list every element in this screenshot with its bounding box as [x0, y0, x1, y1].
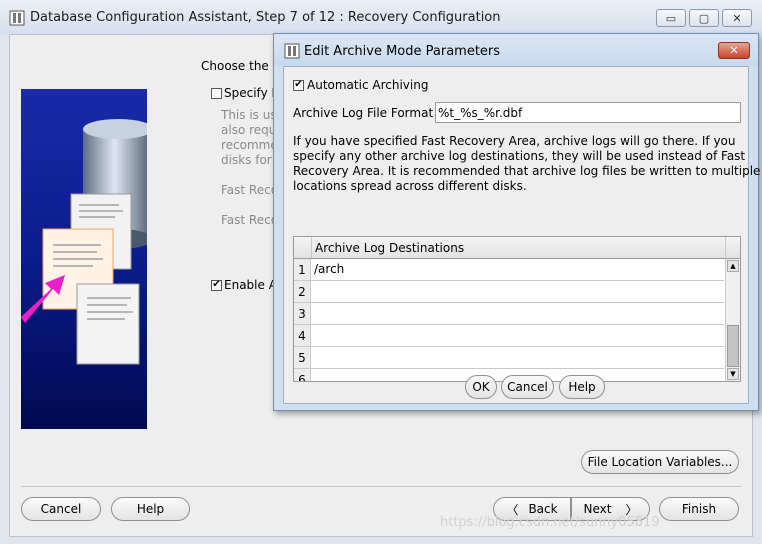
fast-recovery-size-label: Fast Reco — [221, 213, 279, 227]
archive-format-input[interactable]: %t_%s_%r.dbf — [435, 102, 741, 123]
dialog-help-button[interactable]: Help — [559, 375, 605, 399]
enable-archiving-checkbox[interactable]: ✔ — [211, 279, 222, 291]
choose-label: Choose the r — [201, 59, 278, 73]
table-header: Archive Log Destinations — [294, 237, 740, 259]
scrollbar-thumb[interactable] — [727, 325, 739, 367]
help-button[interactable]: Help — [111, 497, 190, 521]
window-titlebar: Database Configuration Assistant, Step 7… — [0, 0, 762, 34]
dialog-database-icon — [284, 43, 300, 59]
info-line: locations spread across different disks. — [293, 179, 527, 193]
specify-fra-option[interactable]: Specify F — [211, 86, 278, 100]
dialog-ok-button[interactable]: OK — [465, 375, 497, 399]
fra-desc-line: recomme — [221, 138, 278, 152]
table-scrollbar[interactable]: ▲ ▼ — [725, 259, 740, 381]
cancel-button[interactable]: Cancel — [21, 497, 101, 521]
scroll-up-arrow-icon[interactable]: ▲ — [727, 260, 739, 272]
watermark-text: https://blog.csdn.net/sunny05819 — [440, 515, 660, 530]
enable-archiving-option[interactable]: ✔ Enable A — [211, 278, 277, 292]
footer-separator — [21, 486, 741, 487]
destination-info-text: If you have specified Fast Recovery Area… — [293, 134, 760, 194]
archive-format-label: Archive Log File Format — [293, 106, 434, 120]
row-number: 2 — [294, 281, 311, 302]
info-line: If you have specified Fast Recovery Area… — [293, 134, 736, 148]
fra-desc-line: This is us — [221, 108, 277, 122]
enable-archiving-label: Enable A — [224, 278, 277, 292]
fra-description: This is us also requ recomme disks for — [221, 108, 278, 168]
table-row[interactable]: 3 — [294, 303, 724, 325]
fra-desc-line: disks for — [221, 153, 272, 167]
table-row[interactable]: 1 /arch — [294, 259, 724, 281]
edit-archive-mode-dialog: Edit Archive Mode Parameters ✕ ✔ Automat… — [273, 33, 760, 411]
table-row[interactable]: 5 — [294, 347, 724, 369]
minimize-button[interactable]: ▭ — [656, 9, 686, 27]
fast-recovery-area-label: Fast Reco — [221, 183, 279, 197]
file-location-variables-button[interactable]: File Location Variables... — [581, 450, 739, 474]
dialog-cancel-button[interactable]: Cancel — [501, 375, 554, 399]
archive-destinations-table: Archive Log Destinations 1 /arch 2 3 4 5 — [293, 236, 741, 382]
app-database-icon — [9, 10, 25, 26]
column-header-destinations[interactable]: Archive Log Destinations — [315, 241, 464, 255]
close-icon: ✕ — [729, 44, 739, 57]
table-row[interactable]: 2 — [294, 281, 724, 303]
database-illustration — [21, 119, 147, 365]
header-divider — [725, 237, 726, 258]
scroll-down-arrow-icon[interactable]: ▼ — [727, 368, 739, 380]
fra-desc-line: also requ — [221, 123, 277, 137]
row-number: 6 — [294, 369, 311, 381]
automatic-archiving-label: Automatic Archiving — [307, 78, 429, 92]
dialog-titlebar: Edit Archive Mode Parameters ✕ — [274, 34, 758, 66]
window-close-button[interactable]: ✕ — [722, 9, 752, 27]
automatic-archiving-checkbox[interactable]: ✔ — [293, 79, 304, 91]
table-corner — [294, 237, 312, 258]
row-number: 1 — [294, 259, 311, 280]
table-row[interactable]: 4 — [294, 325, 724, 347]
specify-fra-checkbox[interactable] — [211, 87, 222, 99]
row-number: 4 — [294, 325, 311, 346]
dialog-close-button[interactable]: ✕ — [718, 42, 750, 59]
destination-cell[interactable]: /arch — [314, 262, 344, 276]
automatic-archiving-option[interactable]: ✔ Automatic Archiving — [293, 78, 428, 92]
specify-fra-label: Specify F — [224, 86, 279, 100]
row-number: 5 — [294, 347, 311, 368]
wizard-banner-image — [21, 89, 147, 429]
dialog-title: Edit Archive Mode Parameters — [304, 44, 501, 59]
info-line: specify any other archive log destinatio… — [293, 149, 746, 163]
dialog-content: ✔ Automatic Archiving Archive Log File F… — [283, 66, 760, 404]
info-line: Recovery Area. It is recommended that ar… — [293, 164, 761, 178]
row-number: 3 — [294, 303, 311, 324]
maximize-button[interactable]: ▢ — [689, 9, 719, 27]
finish-button[interactable]: Finish — [659, 497, 739, 521]
window-title: Database Configuration Assistant, Step 7… — [30, 10, 501, 25]
archive-format-value: %t_%s_%r.dbf — [438, 106, 523, 120]
